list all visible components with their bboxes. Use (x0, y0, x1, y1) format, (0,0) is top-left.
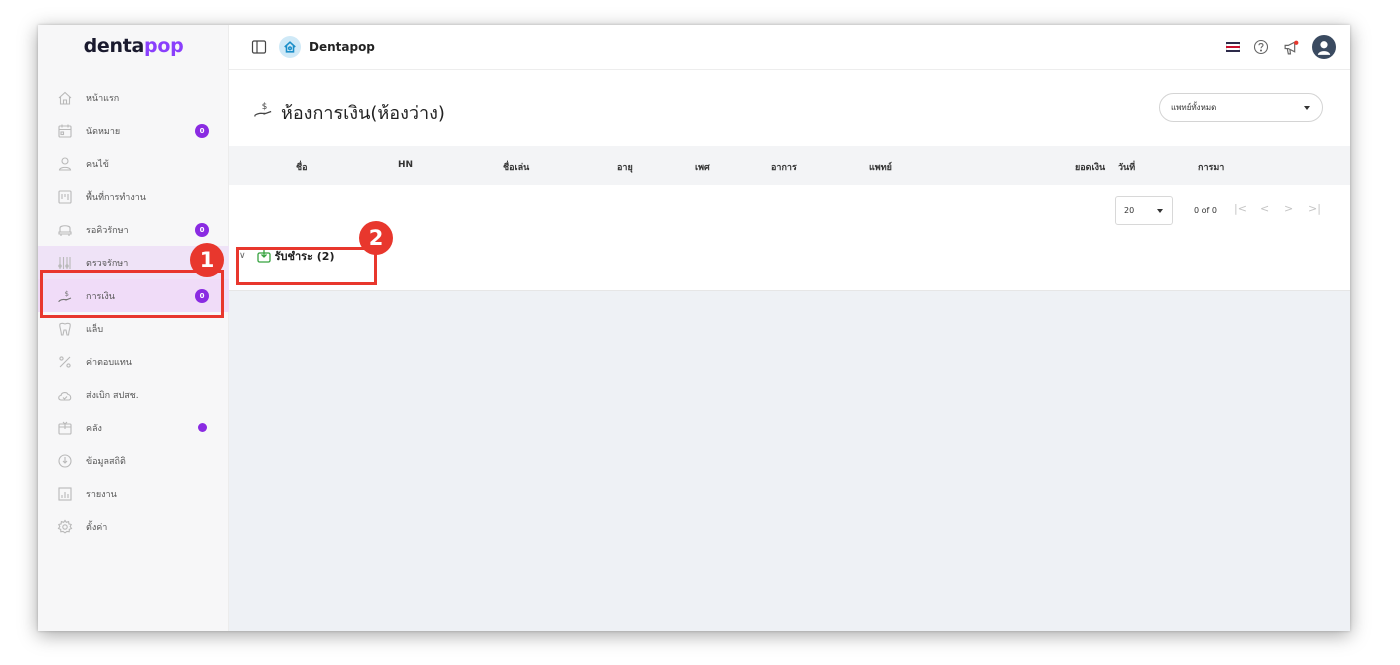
page-size-select[interactable]: 20 (1115, 196, 1173, 225)
sidebar-item-patients[interactable]: คนไข้ (38, 147, 229, 180)
clinic-name[interactable]: Dentapop (309, 40, 375, 54)
column-header-amount[interactable]: ยอดเงิน (1075, 160, 1105, 174)
count-badge: 0 (195, 223, 209, 237)
payment-room-icon: $ (253, 99, 273, 119)
announcement-icon[interactable] (1282, 38, 1300, 56)
first-page-icon[interactable]: |< (1234, 202, 1247, 215)
column-header-hn[interactable]: HN (398, 160, 413, 170)
sidebar-item-label: ข้อมูลสถิติ (86, 456, 126, 467)
doctor-filter-value: แพทย์ทั้งหมด (1171, 103, 1217, 112)
column-header-date[interactable]: วันที่ (1118, 160, 1135, 174)
sidebar-item-appointments[interactable]: นัดหมาย 0 (38, 114, 229, 147)
column-header-symptoms[interactable]: อาการ (771, 160, 797, 174)
column-header-age[interactable]: อายุ (617, 160, 633, 174)
calendar-icon (56, 122, 74, 140)
top-bar: Dentapop (229, 25, 1350, 70)
workspace-icon (56, 188, 74, 206)
sidebar-item-label: ค่าตอบแทน (86, 357, 132, 368)
dentapop-logo[interactable]: dentapop (38, 35, 229, 57)
user-avatar[interactable] (1312, 35, 1336, 59)
help-icon[interactable] (1252, 38, 1270, 56)
pagination-info: 0 of 0 (1194, 206, 1217, 215)
sidebar-item-label: ตั้งค่า (86, 522, 108, 533)
next-page-icon[interactable]: > (1284, 202, 1293, 215)
column-header-gender[interactable]: เพศ (695, 160, 710, 174)
sidebar-item-label: รอคิวรักษา (86, 225, 129, 236)
clinic-home-icon[interactable] (279, 36, 301, 58)
prev-page-icon[interactable]: < (1260, 202, 1269, 215)
page-title: ห้องการเงิน(ห้องว่าง) (281, 103, 445, 124)
sidebar-item-label: คลัง (86, 423, 102, 434)
report-chart-icon (56, 485, 74, 503)
sidebar-item-reports[interactable]: รายงาน (38, 477, 229, 510)
callout-number-2: 2 (359, 221, 393, 255)
count-badge: 0 (195, 124, 209, 138)
column-header-visit[interactable]: การมา (1198, 160, 1224, 174)
sidebar-toggle-icon[interactable] (251, 39, 267, 55)
box-icon (56, 419, 74, 437)
sidebar-item-workspace[interactable]: พื้นที่การทำงาน (38, 180, 229, 213)
header-actions (1226, 35, 1336, 59)
callout-highlight-finance (40, 270, 224, 318)
patient-icon (56, 155, 74, 173)
thai-flag-icon[interactable] (1226, 41, 1240, 53)
sidebar-item-statistics[interactable]: ข้อมูลสถิติ (38, 444, 229, 477)
cloud-check-icon (56, 386, 74, 404)
last-page-icon[interactable]: >| (1308, 202, 1321, 215)
settings-gear-icon (56, 518, 74, 536)
sidebar-item-label: รายงาน (86, 489, 117, 500)
sidebar-item-label: ตรวจรักษา (86, 258, 129, 269)
dropdown-caret-icon (1304, 106, 1310, 110)
sidebar-item-nhso-claims[interactable]: ส่งเบิก สปสช. (38, 378, 229, 411)
sidebar-item-label: หน้าแรก (86, 93, 120, 104)
sidebar-item-compensation[interactable]: ค่าตอบแทน (38, 345, 229, 378)
main-content: $ ห้องการเงิน(ห้องว่าง) แพทย์ทั้งหมด ชื่… (229, 71, 1350, 631)
column-header-nickname[interactable]: ชื่อเล่น (503, 160, 529, 174)
dental-tools-icon (56, 254, 74, 272)
sidebar-item-label: แล็บ (86, 324, 104, 335)
statistics-icon (56, 452, 74, 470)
sidebar-item-label: นัดหมาย (86, 126, 121, 137)
sidebar-item-label: คนไข้ (86, 159, 109, 170)
page-header: $ ห้องการเงิน(ห้องว่าง) แพทย์ทั้งหมด (229, 71, 1350, 146)
doctor-filter-select[interactable]: แพทย์ทั้งหมด (1159, 93, 1323, 122)
table-header: ชื่อ HN ชื่อเล่น อายุ เพศ อาการ แพทย์ ยอ… (229, 146, 1350, 185)
notification-dot (198, 423, 207, 432)
svg-text:$: $ (262, 102, 268, 112)
sidebar-item-label: ส่งเบิก สปสช. (86, 390, 139, 401)
page-size-value: 20 (1124, 206, 1135, 215)
sidebar-item-label: พื้นที่การทำงาน (86, 192, 146, 203)
home-icon (56, 89, 74, 107)
sidebar-item-home[interactable]: หน้าแรก (38, 81, 229, 114)
column-header-name[interactable]: ชื่อ (296, 160, 308, 174)
sidebar-item-settings[interactable]: ตั้งค่า (38, 510, 229, 543)
dental-chair-icon (56, 221, 74, 239)
column-header-doctor[interactable]: แพทย์ (869, 160, 892, 174)
sidebar: dentapop หน้าแรก นัดหมาย 0 คนไข้ พื้นที่… (38, 25, 229, 631)
sidebar-item-queue[interactable]: รอคิวรักษา 0 (38, 213, 229, 246)
tooth-icon (56, 320, 74, 338)
callout-number-1: 1 (190, 243, 224, 277)
sidebar-item-inventory[interactable]: คลัง (38, 411, 229, 444)
table-body: 20 0 of 0 |< < > >| ∨ รับชำระ (2) (229, 185, 1350, 291)
callout-highlight-payment-group (236, 247, 377, 285)
percent-icon (56, 353, 74, 371)
app-window: dentapop หน้าแรก นัดหมาย 0 คนไข้ พื้นที่… (38, 25, 1350, 631)
dropdown-caret-icon (1157, 209, 1163, 213)
